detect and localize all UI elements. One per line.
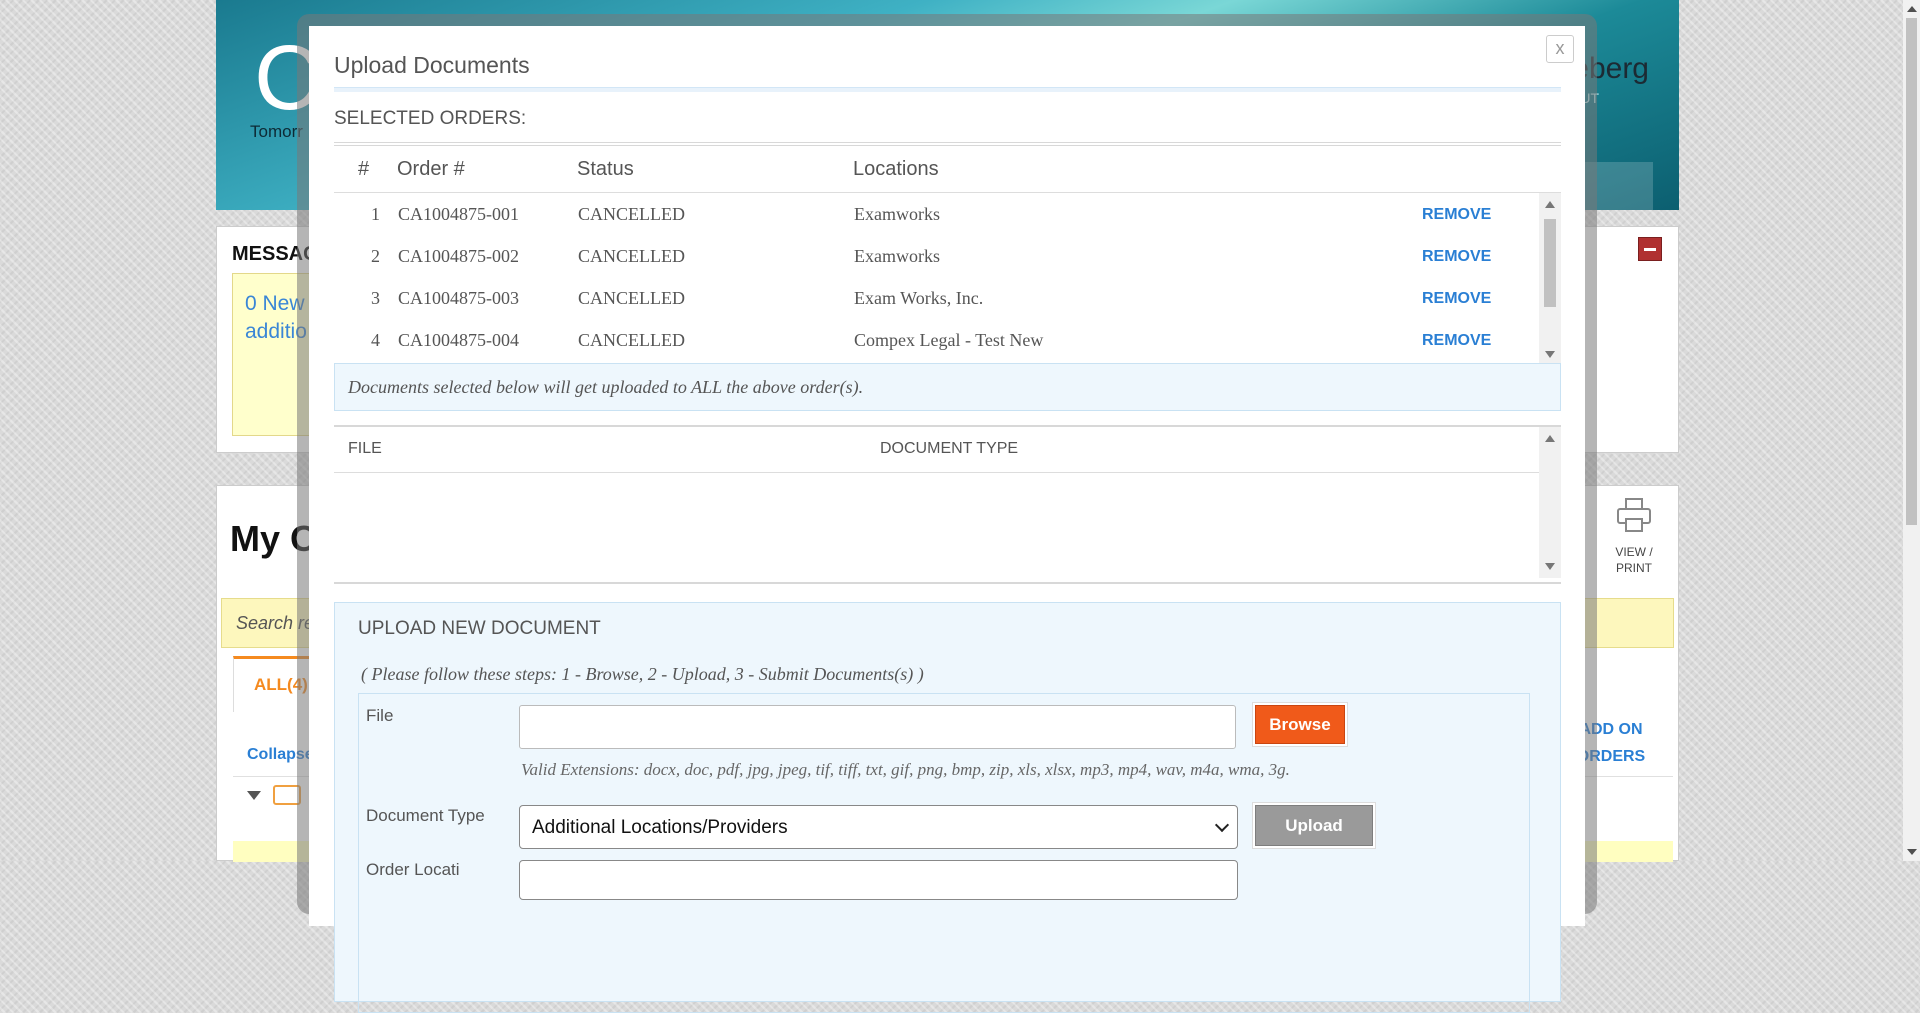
orders-scrollbar[interactable] — [1539, 193, 1561, 366]
column-header-document-type: DOCUMENT TYPE — [880, 440, 1019, 457]
upload-notice: Documents selected below will get upload… — [334, 363, 1561, 411]
column-header-locations: Locations — [853, 158, 939, 180]
remove-button[interactable]: REMOVE — [1422, 332, 1491, 350]
order-location: Examworks — [854, 246, 940, 266]
order-status: CANCELLED — [578, 204, 685, 224]
scroll-up-icon[interactable] — [1545, 435, 1555, 442]
remove-button[interactable]: REMOVE — [1422, 206, 1491, 224]
scroll-thumb[interactable] — [1906, 18, 1917, 525]
upload-steps: ( Please follow these steps: 1 - Browse,… — [361, 664, 924, 684]
table-row: 1 CA1004875-001 CANCELLED Examworks REMO… — [334, 193, 1561, 235]
order-location: Exam Works, Inc. — [854, 288, 984, 308]
column-header-num: # — [358, 158, 370, 180]
document-type-select[interactable]: Additional Locations/Providers — [519, 805, 1238, 849]
scroll-up-icon[interactable] — [1907, 6, 1917, 12]
row-number: 2 — [371, 246, 380, 266]
printer-icon — [1617, 498, 1651, 534]
table-header: FILE DOCUMENT TYPE — [334, 427, 1539, 473]
upload-form: File Browse Valid Extensions: docx, doc,… — [358, 693, 1530, 1013]
table-row: 3 CA1004875-003 CANCELLED Exam Works, In… — [334, 277, 1561, 319]
document-type-value: Additional Locations/Providers — [532, 817, 788, 838]
scroll-down-icon[interactable] — [1907, 849, 1917, 855]
scroll-down-icon[interactable] — [1545, 351, 1555, 358]
selected-orders-table: # Order # Status Locations 1 CA1004875-0… — [334, 147, 1561, 371]
view-print-label: VIEW / — [1615, 545, 1653, 559]
view-print-label: PRINT — [1616, 561, 1652, 575]
order-number: CA1004875-002 — [398, 246, 519, 266]
order-location-select[interactable] — [519, 860, 1238, 900]
remove-button[interactable]: REMOVE — [1422, 290, 1491, 308]
divider — [334, 142, 1561, 146]
order-location: Examworks — [854, 204, 940, 224]
column-header-file: FILE — [348, 440, 382, 457]
table-row: 2 CA1004875-002 CANCELLED Examworks REMO… — [334, 235, 1561, 277]
table-body: 1 CA1004875-001 CANCELLED Examworks REMO… — [334, 193, 1561, 366]
documents-table: FILE DOCUMENT TYPE — [334, 425, 1561, 584]
row-number: 3 — [371, 288, 380, 308]
browse-button[interactable]: Browse — [1255, 705, 1345, 744]
upload-new-document-panel: UPLOAD NEW DOCUMENT ( Please follow thes… — [334, 602, 1561, 1013]
row-number: 1 — [371, 204, 380, 224]
scroll-down-icon[interactable] — [1545, 563, 1555, 570]
column-header-order: Order # — [397, 158, 465, 180]
order-location: Compex Legal - Test New — [854, 330, 1044, 350]
caret-down-icon[interactable] — [247, 791, 261, 800]
scroll-thumb[interactable] — [1544, 219, 1556, 307]
row-number: 4 — [371, 330, 380, 350]
selected-orders-label: SELECTED ORDERS: — [334, 108, 527, 129]
messages-line: additio — [245, 320, 307, 343]
remove-button[interactable]: REMOVE — [1422, 248, 1491, 266]
close-button[interactable]: x — [1546, 35, 1574, 63]
order-status: CANCELLED — [578, 288, 685, 308]
order-status: CANCELLED — [578, 330, 685, 350]
column-header-status: Status — [577, 158, 634, 180]
chevron-down-icon — [1214, 817, 1230, 833]
document-type-label: Document Type — [366, 806, 485, 825]
scroll-up-icon[interactable] — [1545, 201, 1555, 208]
upload-button[interactable]: Upload — [1255, 805, 1373, 846]
file-label: File — [366, 706, 394, 725]
modal-title: Upload Documents — [334, 52, 530, 78]
upload-documents-modal: Upload Documents x SELECTED ORDERS: # Or… — [309, 26, 1585, 1013]
divider — [334, 87, 1561, 92]
messages-line[interactable]: 0 New C — [245, 290, 311, 318]
table-header: # Order # Status Locations — [334, 147, 1561, 193]
upload-title: UPLOAD NEW DOCUMENT — [358, 618, 601, 639]
valid-extensions: Valid Extensions: docx, doc, pdf, jpg, j… — [521, 760, 1290, 779]
documents-scrollbar[interactable] — [1539, 427, 1561, 578]
file-input[interactable] — [519, 705, 1236, 749]
order-number: CA1004875-004 — [398, 330, 519, 350]
site-tagline: Tomorr — [250, 122, 303, 141]
order-status: CANCELLED — [578, 246, 685, 266]
order-number: CA1004875-001 — [398, 204, 519, 224]
order-number: CA1004875-003 — [398, 288, 519, 308]
order-location-label: Order Locati — [366, 860, 460, 879]
table-row: 4 CA1004875-004 CANCELLED Compex Legal -… — [334, 319, 1561, 361]
view-print-button[interactable]: VIEW / PRINT — [1604, 498, 1664, 598]
minus-icon[interactable] — [1638, 237, 1662, 261]
page-scrollbar[interactable] — [1903, 0, 1920, 861]
